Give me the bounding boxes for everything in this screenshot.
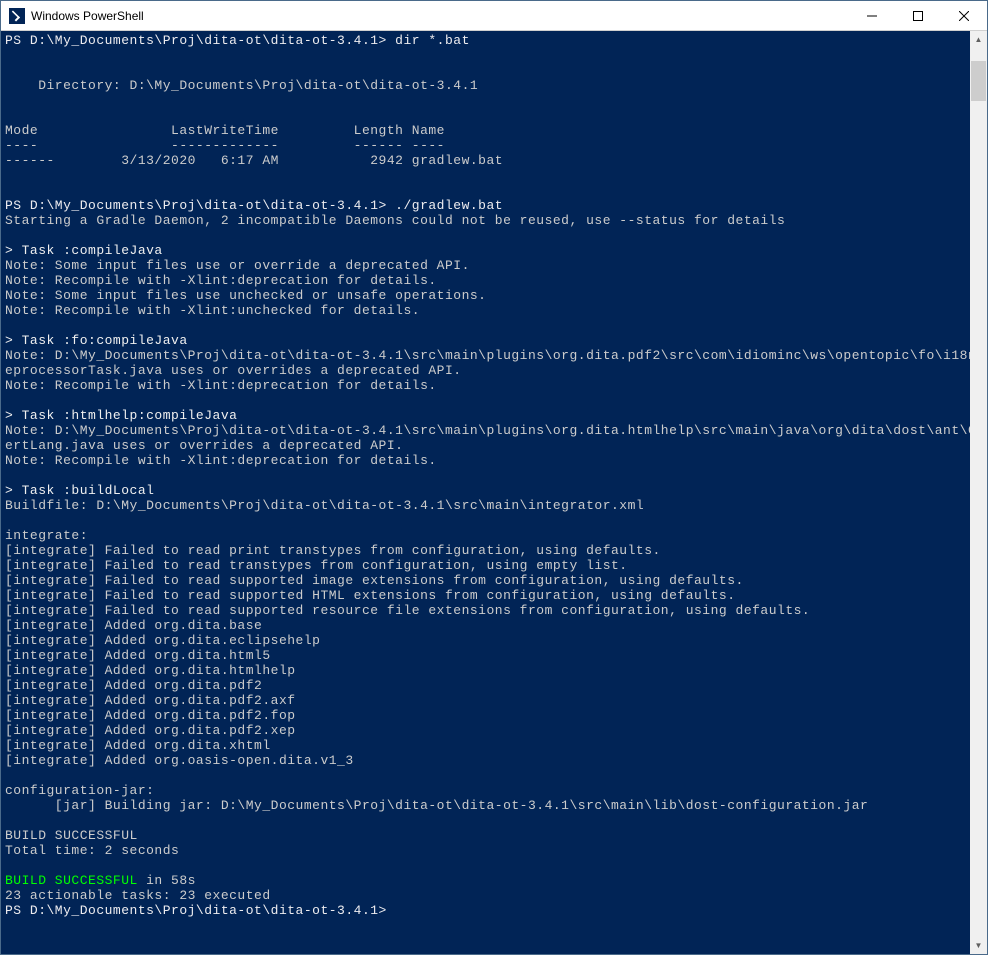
term-line: [integrate] Added org.dita.xhtml (5, 738, 271, 753)
term-line: Note: Recompile with -Xlint:deprecation … (5, 378, 437, 393)
term-line: [integrate] Failed to read supported HTM… (5, 588, 736, 603)
term-line: eprocessorTask.java uses or overrides a … (5, 363, 462, 378)
term-line: BUILD SUCCESSFUL (5, 873, 138, 888)
term-line: > Task :fo:compileJava (5, 333, 188, 348)
term-line: ---- ------------- ------ ---- (5, 138, 445, 153)
window-title: Windows PowerShell (31, 9, 849, 23)
vertical-scrollbar[interactable]: ▲ ▼ (970, 31, 987, 954)
term-line: Note: Some input files use unchecked or … (5, 288, 486, 303)
window-controls (849, 1, 987, 30)
term-line: Note: Recompile with -Xlint:deprecation … (5, 273, 437, 288)
term-line: [integrate] Added org.dita.pdf2.axf (5, 693, 296, 708)
term-line: Note: Some input files use or override a… (5, 258, 470, 273)
term-line: 23 actionable tasks: 23 executed (5, 888, 271, 903)
term-line: in 58s (138, 873, 196, 888)
term-line: [integrate] Failed to read transtypes fr… (5, 558, 628, 573)
maximize-button[interactable] (895, 1, 941, 30)
term-line: Directory: D:\My_Documents\Proj\dita-ot\… (5, 78, 478, 93)
term-line: Note: Recompile with -Xlint:unchecked fo… (5, 303, 420, 318)
term-line: [integrate] Added org.dita.pdf2 (5, 678, 262, 693)
term-line: Note: D:\My_Documents\Proj\dita-ot\dita-… (5, 348, 970, 363)
scroll-down-button[interactable]: ▼ (970, 937, 987, 954)
term-line: Buildfile: D:\My_Documents\Proj\dita-ot\… (5, 498, 644, 513)
term-line: [integrate] Failed to read supported res… (5, 603, 810, 618)
minimize-button[interactable] (849, 1, 895, 30)
term-line: ------ 3/13/2020 6:17 AM 2942 gradlew.ba… (5, 153, 503, 168)
term-line: [integrate] Added org.dita.htmlhelp (5, 663, 296, 678)
terminal-output[interactable]: PS D:\My_Documents\Proj\dita-ot\dita-ot-… (1, 31, 970, 954)
term-line: PS D:\My_Documents\Proj\dita-ot\dita-ot-… (5, 33, 470, 48)
term-line: [integrate] Added org.dita.base (5, 618, 262, 633)
term-line: integrate: (5, 528, 88, 543)
term-line: [integrate] Added org.dita.pdf2.xep (5, 723, 296, 738)
term-line: [integrate] Failed to read supported ima… (5, 573, 744, 588)
term-line: configuration-jar: (5, 783, 154, 798)
term-line: > Task :compileJava (5, 243, 163, 258)
term-line: [integrate] Added org.dita.html5 (5, 648, 271, 663)
term-line: [integrate] Failed to read print transty… (5, 543, 661, 558)
term-line: ertLang.java uses or overrides a depreca… (5, 438, 403, 453)
term-line: Note: Recompile with -Xlint:deprecation … (5, 453, 437, 468)
app-window: Windows PowerShell PS D:\My_Documents\Pr… (0, 0, 988, 955)
scrollbar-thumb[interactable] (971, 61, 986, 101)
scroll-up-button[interactable]: ▲ (970, 31, 987, 48)
term-line: Starting a Gradle Daemon, 2 incompatible… (5, 213, 785, 228)
term-line: > Task :buildLocal (5, 483, 154, 498)
term-line: Total time: 2 seconds (5, 843, 179, 858)
titlebar[interactable]: Windows PowerShell (1, 1, 987, 31)
term-line: > Task :htmlhelp:compileJava (5, 408, 237, 423)
term-line: [integrate] Added org.dita.pdf2.fop (5, 708, 296, 723)
powershell-icon (9, 8, 25, 24)
term-line: Mode LastWriteTime Length Name (5, 123, 445, 138)
term-line: BUILD SUCCESSFUL (5, 828, 138, 843)
term-line: [integrate] Added org.oasis-open.dita.v1… (5, 753, 354, 768)
term-line: [integrate] Added org.dita.eclipsehelp (5, 633, 320, 648)
close-button[interactable] (941, 1, 987, 30)
term-line: PS D:\My_Documents\Proj\dita-ot\dita-ot-… (5, 198, 503, 213)
terminal-area: PS D:\My_Documents\Proj\dita-ot\dita-ot-… (1, 31, 987, 954)
term-line: [jar] Building jar: D:\My_Documents\Proj… (5, 798, 868, 813)
term-line: Note: D:\My_Documents\Proj\dita-ot\dita-… (5, 423, 970, 438)
term-prompt: PS D:\My_Documents\Proj\dita-ot\dita-ot-… (5, 903, 387, 918)
